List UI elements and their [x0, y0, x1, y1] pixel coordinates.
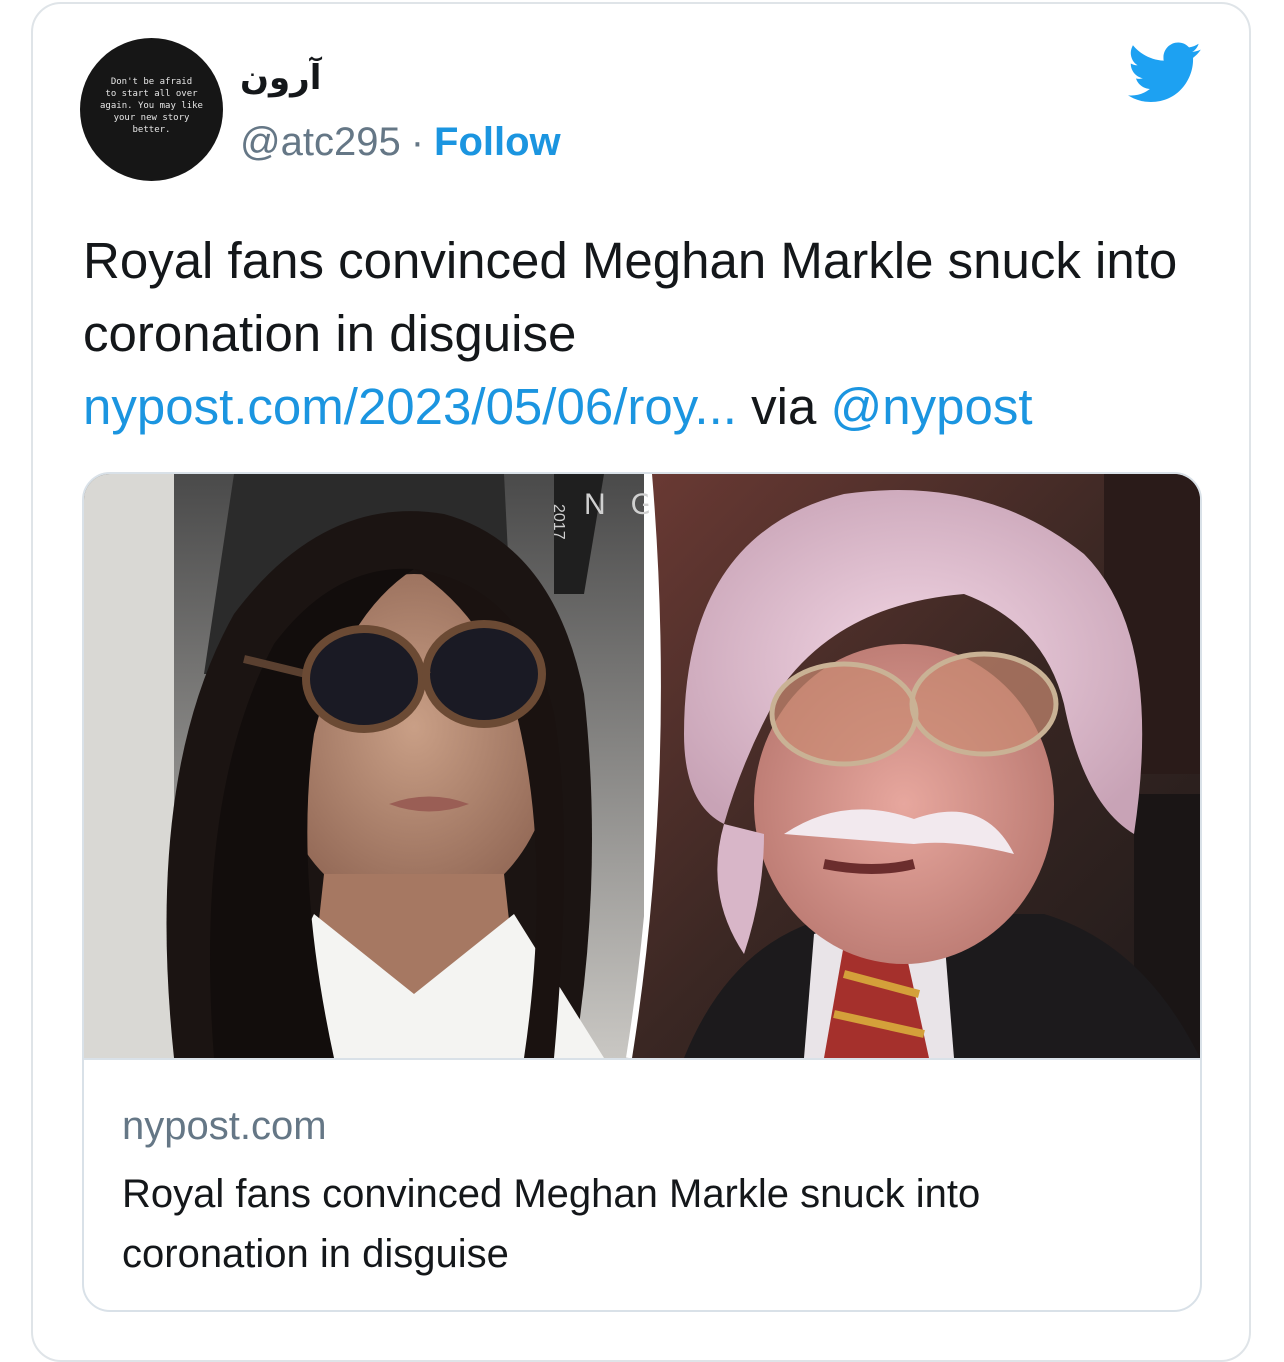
author-handle[interactable]: @atc295 — [240, 120, 401, 164]
lanyard-text: 2017 — [550, 504, 567, 540]
tweet-body: Royal fans convinced Meghan Markle snuck… — [83, 232, 1178, 362]
twitter-bird-icon[interactable] — [1128, 42, 1202, 104]
card-image[interactable]: 2017 N G — [84, 474, 1200, 1060]
banner-text: N G — [584, 488, 654, 521]
follow-button[interactable]: Follow — [434, 120, 561, 164]
link-preview-card[interactable]: 2017 N G nypost.com Royal fans convinced… — [82, 472, 1202, 1312]
nypost-mention[interactable]: @nypost — [830, 378, 1032, 435]
separator-dot: · — [410, 120, 425, 164]
tweet-text: Royal fans convinced Meghan Markle snuck… — [83, 224, 1213, 443]
avatar-text: Don't be afraid to start all over again.… — [100, 76, 203, 136]
card-domain: nypost.com — [122, 1104, 327, 1148]
author-display-name[interactable]: آرون — [240, 58, 321, 98]
avatar-text-line: again. You may like — [100, 100, 203, 111]
via-label: via — [751, 378, 817, 435]
avatar-text-line: your new story — [113, 112, 190, 123]
card-photo-icon: 2017 N G — [84, 474, 1200, 1058]
card-title: Royal fans convinced Meghan Markle snuck… — [122, 1172, 981, 1276]
avatar-text-line: better. — [132, 124, 171, 135]
avatar[interactable]: Don't be afraid to start all over again.… — [80, 38, 223, 181]
avatar-text-line: Don't be afraid — [110, 76, 193, 87]
author-handle-row: @atc295 · Follow — [240, 118, 561, 166]
avatar-text-line: to start all over — [105, 88, 198, 99]
article-link[interactable]: nypost.com/2023/05/06/roy... — [83, 378, 737, 435]
